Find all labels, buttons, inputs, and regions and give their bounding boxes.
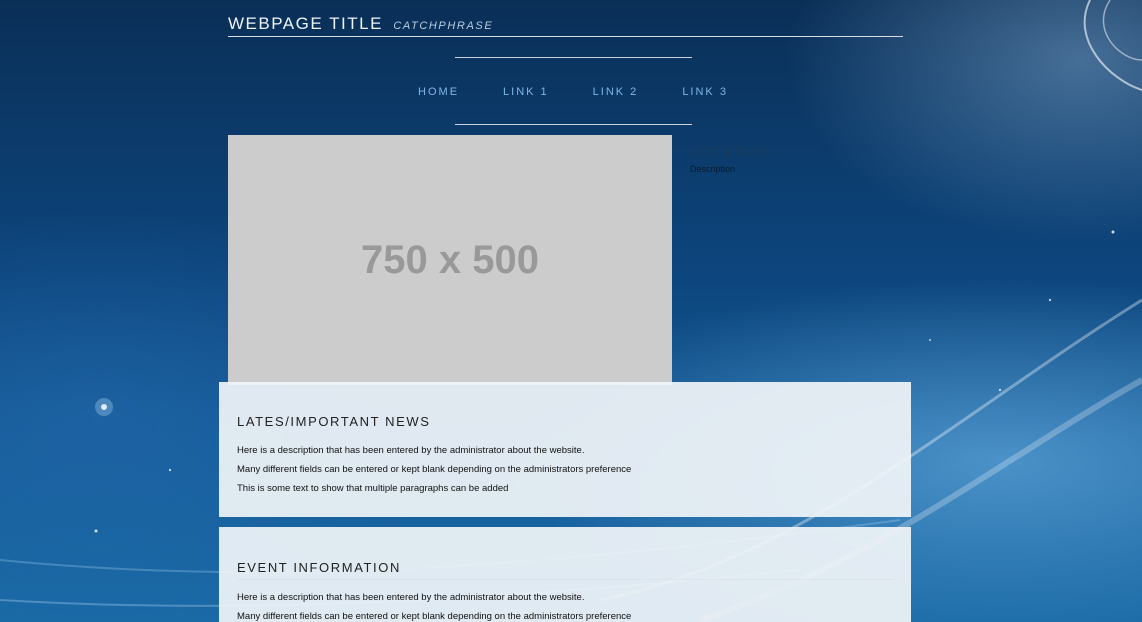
site-header: WEBPAGE TITLE CATCHPHRASE — [228, 14, 903, 37]
event-paragraph: Here is a description that has been ente… — [237, 592, 585, 603]
event-panel: EVENT INFORMATION Here is a description … — [219, 527, 911, 622]
news-heading: LATES/IMPORTANT NEWS — [237, 414, 431, 429]
event-heading: EVENT INFORMATION — [237, 560, 894, 580]
nav-link-1[interactable]: LINK 1 — [503, 86, 549, 100]
site-catchphrase: CATCHPHRASE — [393, 20, 494, 32]
location-title: LOCATION — [690, 144, 772, 159]
placeholder-size-label: 750 x 500 — [361, 237, 539, 282]
location-description: Description — [690, 164, 736, 174]
nav-divider-top — [455, 57, 692, 58]
main-nav: HOME LINK 1 LINK 2 LINK 3 — [0, 86, 1142, 100]
news-paragraph: Many different fields can be entered or … — [237, 464, 632, 475]
nav-link-3[interactable]: LINK 3 — [682, 86, 728, 100]
nav-link-2[interactable]: LINK 2 — [593, 86, 639, 100]
event-paragraph: Many different fields can be entered or … — [237, 611, 632, 622]
nav-link-home[interactable]: HOME — [418, 86, 459, 100]
nav-divider-bottom — [455, 124, 692, 125]
news-panel: LATES/IMPORTANT NEWS Here is a descripti… — [219, 382, 911, 517]
location-block: LOCATION Description — [690, 144, 772, 174]
news-paragraph: This is some text to show that multiple … — [237, 483, 509, 494]
site-title[interactable]: WEBPAGE TITLE — [228, 14, 383, 33]
news-paragraph: Here is a description that has been ente… — [237, 445, 585, 456]
hero-image-placeholder: 750 x 500 — [228, 135, 672, 385]
